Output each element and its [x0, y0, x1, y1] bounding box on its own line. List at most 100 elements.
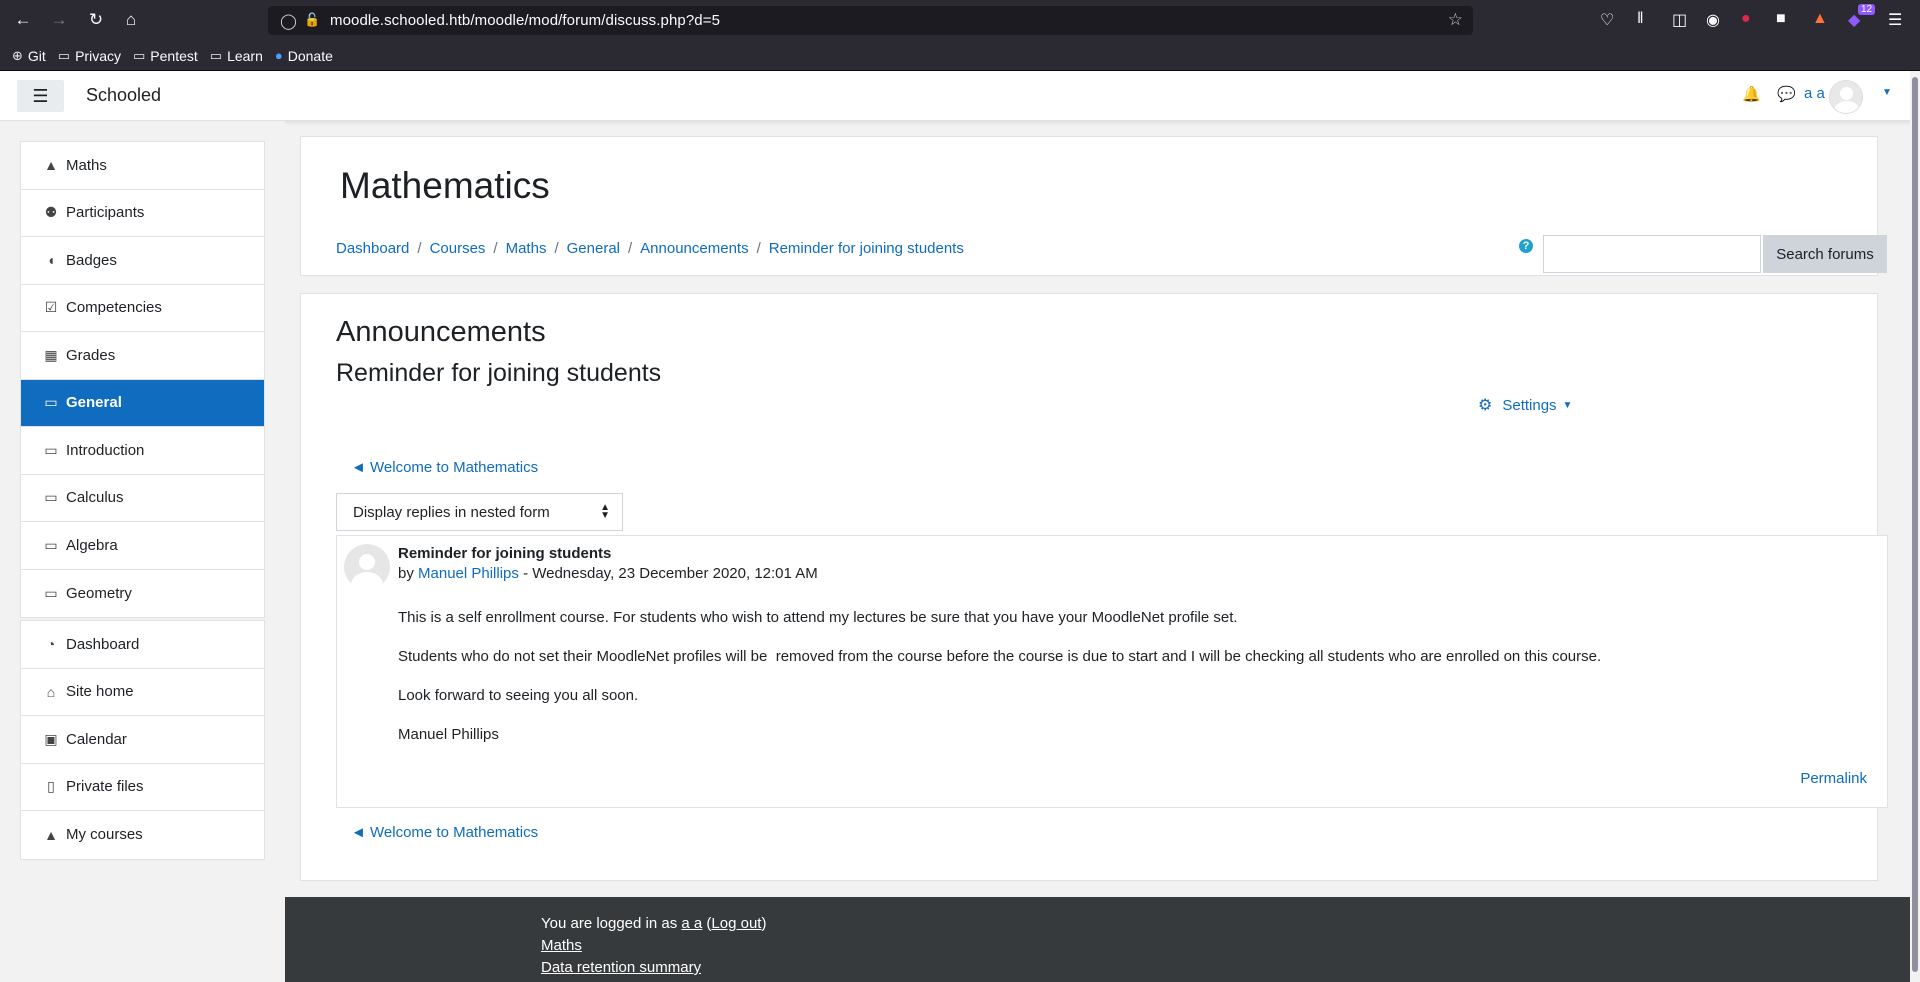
user-menu-caret-icon[interactable]: ▼	[1882, 87, 1892, 98]
notifications-bell-icon[interactable]: 🔔	[1742, 85, 1761, 103]
messages-icon[interactable]: 💬	[1777, 85, 1796, 103]
sidebar-item-label: Grades	[66, 346, 116, 364]
post-author-link[interactable]: Manuel Phillips	[418, 565, 519, 582]
bookmark-pentest[interactable]: ▭ Pentest	[133, 48, 198, 64]
page-scrollbar[interactable]	[1910, 71, 1920, 982]
sidebar-icon[interactable]: ◫	[1672, 10, 1687, 30]
sidebar-item-site-home[interactable]: ⌂ Site home	[21, 669, 264, 716]
breadcrumb-item[interactable]: General	[567, 240, 620, 257]
url-bar[interactable]: ◯ 🔓 moodle.schooled.htb/moodle/mod/forum…	[268, 6, 1473, 35]
sidebar-item-introduction[interactable]: ▭ Introduction	[21, 427, 264, 475]
sidebar-item-maths[interactable]: ▲ Maths	[21, 142, 264, 190]
sidebar-item-calculus[interactable]: ▭ Calculus	[21, 475, 264, 522]
site-brand[interactable]: Schooled	[86, 85, 161, 106]
bookmark-learn[interactable]: ▭ Learn	[210, 48, 263, 64]
folder-icon: ▭	[57, 47, 71, 63]
pocket-icon[interactable]: ♡	[1600, 10, 1614, 30]
scrollbar-thumb[interactable]	[1912, 77, 1918, 972]
sidebar-item-geometry[interactable]: ▭ Geometry	[21, 570, 264, 618]
prev-discussion-link[interactable]: ◄ Welcome to Mathematics	[351, 459, 538, 476]
bookmark-label: Pentest	[150, 47, 198, 64]
data-retention-link[interactable]: Data retention summary	[541, 959, 701, 976]
library-icon[interactable]: ‖	[1637, 10, 1644, 28]
tracking-shield-icon[interactable]: ◯	[280, 12, 297, 30]
hamburger-menu-button[interactable]: ☰	[17, 80, 64, 112]
forward-icon[interactable]: →	[48, 9, 70, 31]
bookmark-privacy[interactable]: ▭ Privacy	[58, 48, 121, 64]
footer-user-link[interactable]: a a	[681, 915, 702, 932]
footer-links-1: Maths	[541, 937, 582, 954]
sidebar-item-algebra[interactable]: ▭ Algebra	[21, 522, 264, 570]
home-icon[interactable]: ⌂	[120, 9, 142, 31]
prev-discussion-link-bottom[interactable]: ◄ Welcome to Mathematics	[351, 824, 538, 841]
author-avatar[interactable]	[344, 544, 390, 590]
top-navbar: ☰ Schooled 🔔 💬 a a ▼	[0, 71, 1920, 121]
user-avatar[interactable]	[1829, 80, 1863, 114]
breadcrumb-item[interactable]: Courses	[430, 240, 486, 257]
sidebar-item-calendar[interactable]: ▣ Calendar	[21, 716, 264, 764]
footer-maths-link[interactable]: Maths	[541, 937, 582, 954]
settings-menu[interactable]: ⚙ Settings ▼	[1478, 395, 1572, 415]
breadcrumb-separator: /	[628, 240, 633, 257]
page-header-card: Mathematics Dashboard / Courses / Maths / Gene…	[300, 136, 1887, 276]
reload-icon[interactable]: ↻	[85, 9, 107, 31]
breadcrumb-item[interactable]: Dashboard	[336, 240, 409, 257]
users-icon: ⚉	[44, 204, 58, 221]
sidebar-item-badges[interactable]: ◖ Badges	[21, 237, 264, 285]
sidebar-item-my-courses[interactable]: ▲ My courses	[21, 811, 264, 859]
sidebar-item-label: Introduction	[66, 441, 145, 459]
globe-icon: ⊕	[12, 47, 23, 63]
sidebar-item-dashboard[interactable]: ◔ Dashboard	[21, 621, 264, 669]
logout-link[interactable]: Log out	[711, 915, 761, 932]
sidebar-item-competencies[interactable]: ☑ Competencies	[21, 285, 264, 332]
sidebar-item-label: Badges	[66, 251, 117, 269]
post-byline: by Manuel Phillips - Wednesday, 23 Decem…	[398, 565, 818, 582]
hamburger-icon: ☰	[32, 85, 49, 106]
lock-icon[interactable]: 🔓	[304, 12, 320, 28]
search-forums-input[interactable]	[1543, 235, 1761, 273]
breadcrumb-separator: /	[493, 240, 498, 257]
back-icon[interactable]: ←	[12, 9, 34, 31]
sidebar-item-label: Competencies	[66, 299, 162, 317]
sidebar-item-label: Participants	[66, 204, 145, 222]
donate-icon: ●	[274, 48, 283, 63]
checkbox-icon: ☑	[44, 299, 58, 316]
browser-toolbar: ← → ↻ ⌂ ◯ 🔓 moodle.schooled.htb/moodle/m…	[0, 0, 1920, 41]
url-text[interactable]: moodle.schooled.htb/moodle/mod/forum/dis…	[330, 12, 720, 29]
file-icon: ▯	[47, 778, 55, 795]
main-content: Mathematics Dashboard / Courses / Maths / Gene…	[285, 121, 1920, 982]
sidebar: ▲ Maths ⚉ Participants ◖ Badges ☑ Competencies ▦…	[0, 121, 285, 982]
sidebar-item-private-files[interactable]: ▯ Private files	[21, 764, 264, 811]
breadcrumb-separator: /	[417, 240, 422, 257]
folder-icon: ▭	[44, 441, 58, 458]
bookmark-git[interactable]: ⊕ Git	[12, 48, 46, 64]
home-icon: ⌂	[46, 683, 56, 700]
search-forums-button[interactable]: Search forums	[1763, 235, 1887, 273]
display-mode-select[interactable]: Display replies in nested form ▲ ▼	[336, 493, 623, 531]
logged-in-info: You are logged in as a a (Log out)	[541, 915, 767, 932]
breadcrumb-item[interactable]: Announcements	[640, 240, 748, 257]
breadcrumb-item[interactable]: Maths	[506, 240, 547, 257]
extension-icon[interactable]: ◉	[1706, 10, 1720, 30]
bookmark-star-icon[interactable]: ☆	[1448, 10, 1463, 30]
menu-icon[interactable]: ☰	[1888, 10, 1902, 30]
dashboard-icon: ◔	[46, 636, 56, 653]
sidebar-item-general[interactable]: ▭ General	[21, 379, 264, 427]
user-name[interactable]: a a	[1804, 85, 1825, 102]
help-icon[interactable]: ?	[1519, 239, 1533, 253]
breadcrumb-item[interactable]: Reminder for joining students	[769, 240, 964, 257]
bookmark-donate[interactable]: ● Donate	[275, 48, 333, 64]
ublock-icon[interactable]: ●	[1741, 10, 1751, 28]
logged-in-prefix: You are logged in as	[541, 915, 682, 932]
sidebar-item-participants[interactable]: ⚉ Participants	[21, 190, 264, 237]
post-subject: Reminder for joining students	[398, 545, 612, 562]
bookmark-label: Learn	[227, 47, 263, 64]
sidebar-item-grades[interactable]: ▦ Grades	[21, 332, 264, 380]
graduation-cap-icon: ▲	[44, 157, 58, 174]
gear-icon: ⚙	[1478, 397, 1493, 414]
foxyproxy-icon[interactable]: ▲	[1812, 10, 1828, 28]
permalink-link[interactable]: Permalink	[1800, 770, 1867, 787]
extension-s-icon[interactable]: ■	[1776, 10, 1786, 28]
post-by: by	[398, 565, 414, 582]
calendar-icon: ▣	[44, 730, 58, 747]
